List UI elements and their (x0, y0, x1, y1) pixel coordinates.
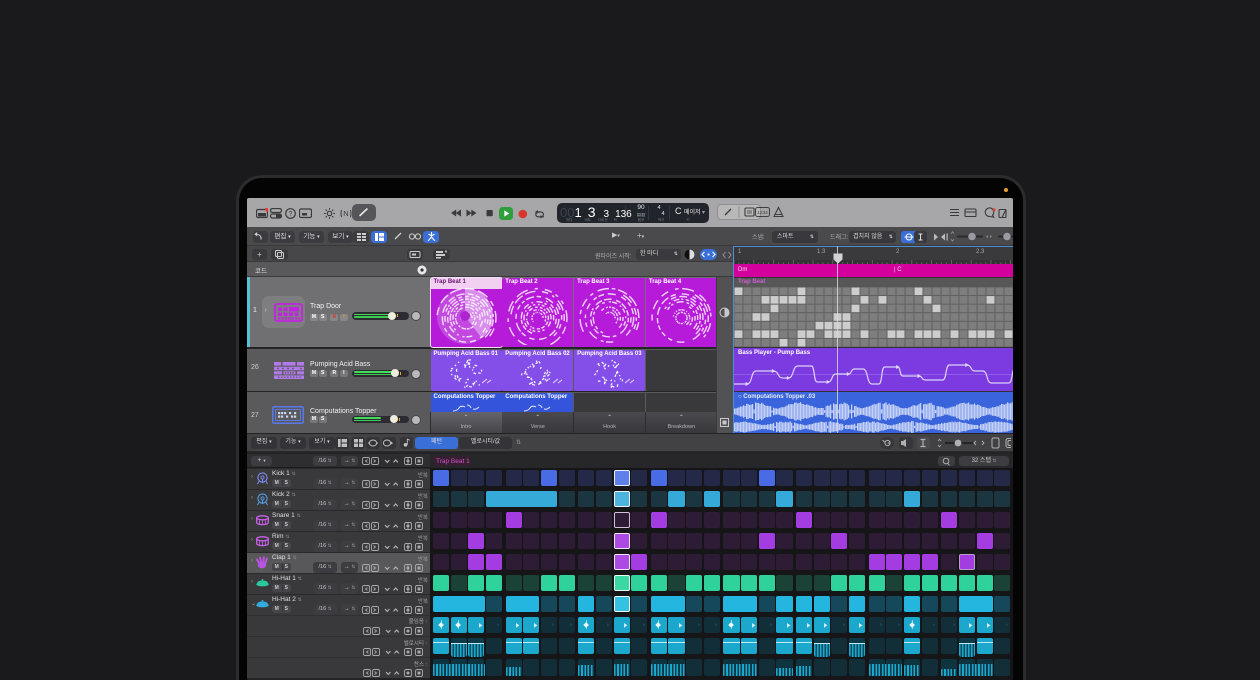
svg-text:N: N (343, 209, 348, 218)
svg-text:?: ? (288, 211, 292, 218)
svg-text:1234: 1234 (757, 210, 768, 216)
